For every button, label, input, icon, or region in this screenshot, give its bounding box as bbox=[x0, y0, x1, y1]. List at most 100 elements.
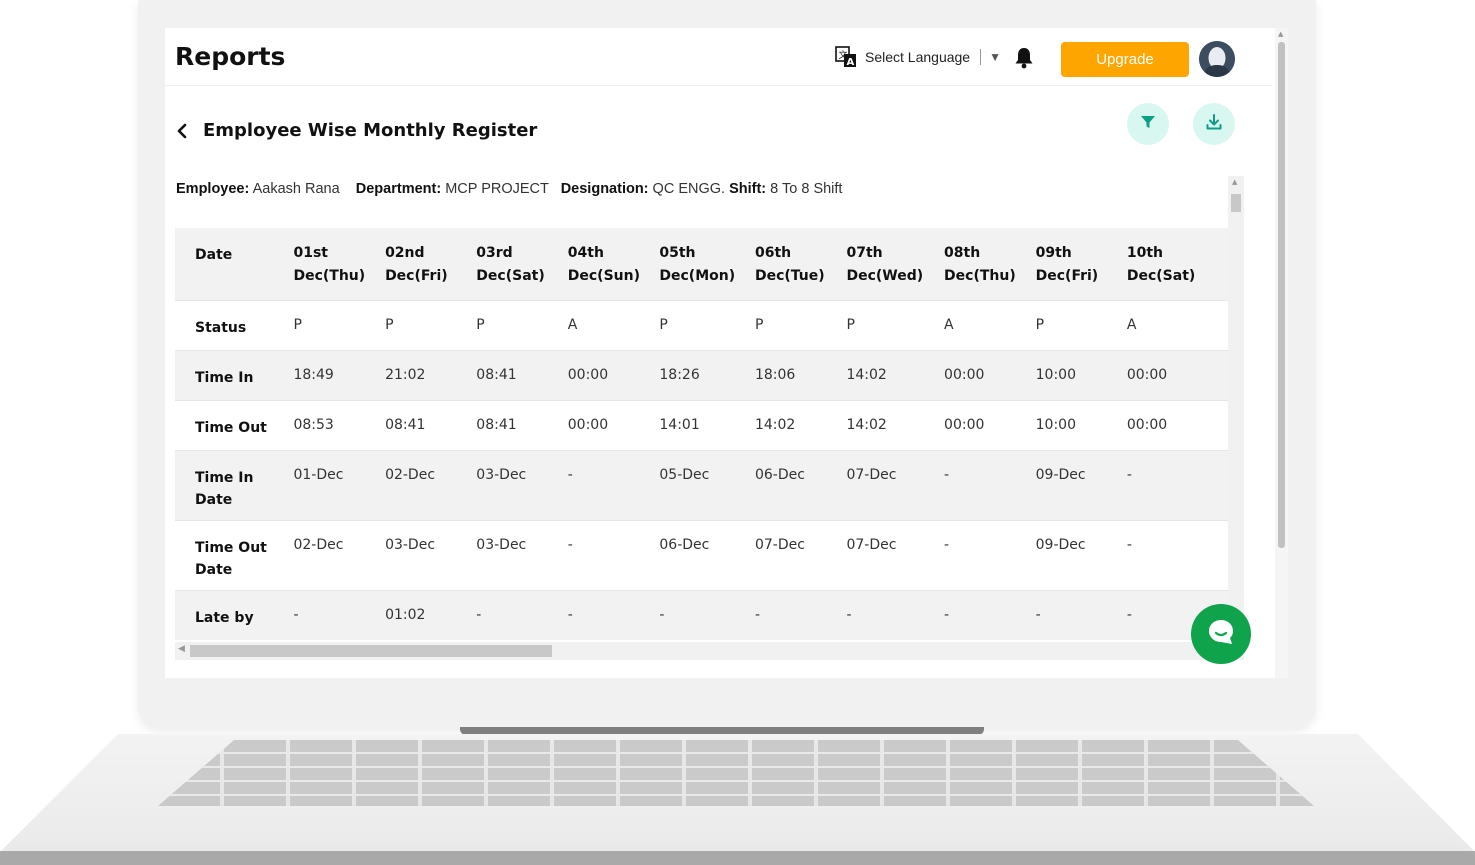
table-row: Status P P P A P P P A P A bbox=[175, 300, 1228, 350]
table-cell: 08:41 bbox=[476, 416, 517, 433]
laptop-hinge bbox=[460, 727, 984, 735]
table-cell: 02-Dec bbox=[293, 536, 344, 553]
table-cell: 06-Dec bbox=[659, 536, 710, 553]
scroll-up-arrow-icon[interactable]: ▲ bbox=[1278, 30, 1283, 38]
top-bar: Reports 文 A Select Language ▼ Upgrade bbox=[165, 28, 1272, 86]
table-cell: P bbox=[476, 316, 485, 333]
download-button[interactable] bbox=[1193, 103, 1235, 145]
table-cell: 14:02 bbox=[754, 416, 796, 433]
table-cell: 07-Dec bbox=[846, 536, 897, 553]
table-cell: - bbox=[1126, 466, 1132, 483]
table-cell: P bbox=[293, 316, 302, 333]
app-screen: Reports 文 A Select Language ▼ Upgrade Em… bbox=[165, 28, 1288, 678]
chat-button[interactable] bbox=[1191, 604, 1251, 664]
row-label: Time In Date bbox=[195, 469, 254, 508]
language-selector[interactable]: 文 A Select Language ▼ bbox=[835, 46, 1001, 68]
table-cell: 03-Dec bbox=[385, 536, 436, 553]
table-cell: 09-Dec bbox=[1035, 536, 1086, 553]
row-label: Late by bbox=[195, 609, 254, 626]
scroll-up-arrow-icon[interactable]: ▲ bbox=[1232, 178, 1237, 186]
scrollbar-thumb[interactable] bbox=[1278, 42, 1285, 548]
table-cell: 03-Dec bbox=[476, 466, 527, 483]
row-label: Status bbox=[195, 319, 247, 336]
filter-button[interactable] bbox=[1127, 103, 1169, 145]
table-cell: 10:00 bbox=[1035, 366, 1076, 383]
table-cell: 01:02 bbox=[385, 606, 426, 623]
column-header: 05th Dec(Mon) bbox=[659, 245, 736, 284]
laptop-mockup: Reports 文 A Select Language ▼ Upgrade Em… bbox=[0, 0, 1475, 865]
dropdown-caret-icon: ▼ bbox=[989, 50, 1001, 64]
upgrade-button[interactable]: Upgrade bbox=[1061, 42, 1189, 77]
table-cell: 00:00 bbox=[944, 416, 985, 433]
row-label: Time Out Date bbox=[195, 539, 267, 578]
table-cell: 14:02 bbox=[846, 366, 887, 383]
table-cell: P bbox=[659, 316, 668, 333]
table-cell: - bbox=[659, 606, 665, 623]
scroll-left-arrow-icon[interactable]: ◀ bbox=[178, 644, 185, 654]
department-name: MCP PROJECT bbox=[445, 181, 549, 197]
table-cell: 00:00 bbox=[944, 366, 985, 383]
table-cell: 01-Dec bbox=[293, 466, 344, 483]
table-cell: 08:41 bbox=[385, 416, 426, 433]
table-cell: A bbox=[567, 316, 578, 333]
page-header: Employee Wise Monthly Register bbox=[175, 120, 537, 141]
table-cell: 00:00 bbox=[1126, 366, 1168, 383]
employee-info: Employee: Aakash Rana Department: MCP PR… bbox=[176, 181, 843, 197]
table-cell: 08:53 bbox=[293, 416, 334, 433]
table-cell: - bbox=[944, 536, 950, 553]
table-header-row: Date 01st Dec(Thu) 02nd Dec(Fri) 03rd Dec(S… bbox=[175, 228, 1228, 300]
table-cell: 18:26 bbox=[659, 366, 700, 383]
table-cell: 03-Dec bbox=[476, 536, 527, 553]
table-cell: 00:00 bbox=[567, 416, 609, 433]
filter-icon bbox=[1140, 114, 1156, 134]
table-cell: P bbox=[385, 316, 394, 333]
table-cell: A bbox=[1126, 316, 1137, 333]
table-row: Time In 18:49 21:02 08:41 00:00 18:26 18… bbox=[175, 350, 1228, 400]
shift-name: 8 To 8 Shift bbox=[770, 181, 843, 197]
table-cell: 09-Dec bbox=[1035, 466, 1086, 483]
column-header: 08th Dec(Thu) bbox=[944, 245, 1016, 284]
translate-icon: 文 A bbox=[835, 46, 857, 68]
svg-text:A: A bbox=[847, 57, 855, 68]
avatar[interactable] bbox=[1199, 41, 1235, 77]
page-vertical-scrollbar[interactable]: ▲ bbox=[1275, 28, 1288, 678]
table-cell: 02-Dec bbox=[385, 466, 436, 483]
table-cell: - bbox=[944, 466, 950, 483]
table-cell: - bbox=[1035, 606, 1041, 623]
column-header: 01st Dec(Thu) bbox=[293, 245, 366, 284]
table-horizontal-scrollbar[interactable]: ◀ bbox=[175, 642, 1244, 660]
table-cell: P bbox=[1035, 316, 1045, 333]
chat-icon bbox=[1205, 616, 1237, 652]
scrollbar-thumb[interactable] bbox=[190, 645, 552, 657]
table-cell: A bbox=[944, 316, 954, 333]
register-table-container[interactable]: Date 01st Dec(Thu) 02nd Dec(Fri) 03rd Dec(S… bbox=[175, 228, 1228, 640]
monthly-register-table: Date 01st Dec(Thu) 02nd Dec(Fri) 03rd Dec(S… bbox=[175, 228, 1228, 640]
back-chevron-icon[interactable] bbox=[175, 122, 189, 140]
table-cell: P bbox=[846, 316, 855, 333]
table-cell: 18:06 bbox=[754, 366, 796, 383]
scrollbar-thumb[interactable] bbox=[1231, 194, 1241, 212]
table-cell: - bbox=[944, 606, 950, 623]
row-header: Date bbox=[195, 247, 233, 263]
designation-name: QC ENGG. bbox=[652, 181, 726, 197]
bell-icon[interactable] bbox=[1014, 47, 1034, 69]
column-header: 07th Dec(Wed) bbox=[846, 245, 924, 284]
row-label: Time Out bbox=[195, 419, 267, 436]
table-cell: - bbox=[567, 466, 573, 483]
table-cell: 05-Dec bbox=[659, 466, 710, 483]
table-cell: - bbox=[476, 606, 482, 623]
table-row: Time In Date 01-Dec 02-Dec 03-Dec - 05-D… bbox=[175, 450, 1228, 520]
language-label: Select Language bbox=[865, 49, 971, 65]
table-cell: 06-Dec bbox=[754, 466, 805, 483]
column-header: 09th Dec(Fri) bbox=[1035, 245, 1099, 284]
column-header: 06th Dec(Tue) bbox=[754, 245, 825, 284]
table-row: Time Out Date 02-Dec 03-Dec 03-Dec - 06-… bbox=[175, 520, 1228, 590]
table-cell: - bbox=[846, 606, 852, 623]
table-cell: - bbox=[293, 606, 299, 623]
table-cell: 08:41 bbox=[476, 366, 517, 383]
page-title: Employee Wise Monthly Register bbox=[203, 120, 538, 141]
row-label: Time In bbox=[195, 369, 254, 386]
table-vertical-scrollbar[interactable]: ▲ bbox=[1228, 176, 1244, 642]
column-header: 02nd Dec(Fri) bbox=[385, 245, 448, 284]
table-cell: 10:00 bbox=[1035, 416, 1076, 433]
